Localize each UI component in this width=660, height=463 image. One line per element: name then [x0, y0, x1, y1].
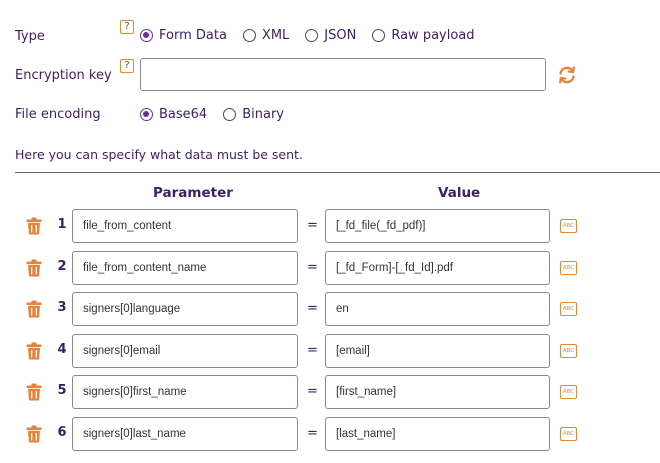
encryption-help-icon[interactable]: ?: [120, 59, 134, 73]
file-encoding-radio-group: Base64 Binary: [140, 107, 300, 122]
row-number: 3: [57, 300, 67, 315]
abc-icon[interactable]: ABC: [560, 260, 577, 275]
table-row-6: 6 signers[0]last_name = [last_name] ABC: [0, 416, 660, 451]
type-radio-group: Form Data XML JSON Raw payload: [140, 28, 491, 43]
radio-label-json: JSON: [324, 28, 357, 43]
equals-sign: =: [307, 425, 318, 441]
row-number: 6: [57, 424, 67, 440]
radio-raw-payload[interactable]: [372, 29, 386, 42]
value-input[interactable]: en: [325, 292, 550, 326]
radio-label-base64: Base64: [159, 107, 208, 122]
radio-binary[interactable]: [223, 108, 237, 121]
parameter-input[interactable]: signers[0]email: [72, 333, 298, 368]
parameter-input[interactable]: signers[0]first_name: [72, 375, 298, 409]
type-option-xml[interactable]: XML: [242, 28, 290, 43]
encryption-key-input[interactable]: [140, 58, 546, 91]
row-number: 4: [57, 341, 67, 357]
hint-text: Here you can specify what data must be s…: [15, 147, 303, 162]
radio-label-xml: XML: [261, 28, 290, 43]
abc-icon[interactable]: ABC: [560, 219, 577, 233]
trash-icon[interactable]: [26, 300, 42, 318]
abc-icon[interactable]: ABC: [560, 426, 577, 441]
radio-label-form-data: Form Data: [159, 28, 227, 43]
table-row-5: 5 signers[0]first_name = [first_name] AB…: [0, 375, 660, 409]
row-number: 5: [57, 383, 67, 398]
type-help-icon[interactable]: ?: [120, 20, 134, 34]
type-option-json[interactable]: JSON: [305, 28, 356, 43]
abc-icon[interactable]: ABC: [560, 302, 577, 316]
radio-base64[interactable]: [140, 108, 153, 121]
equals-sign: =: [307, 259, 318, 275]
type-label: Type: [15, 29, 45, 44]
parameter-input[interactable]: file_from_content: [72, 209, 298, 243]
trash-icon[interactable]: [26, 259, 42, 277]
table-row-2: 2 file_from_content_name = [_fd_Form]-[_…: [0, 250, 660, 285]
equals-sign: =: [307, 218, 318, 233]
radio-label-raw-payload: Raw payload: [391, 28, 475, 43]
equals-sign: =: [307, 384, 318, 399]
radio-json[interactable]: [305, 29, 319, 42]
value-input[interactable]: [last_name]: [325, 416, 550, 451]
row-number: 2: [57, 258, 67, 274]
encoding-option-base64[interactable]: Base64: [140, 107, 207, 122]
row-number: 1: [57, 217, 67, 232]
radio-xml[interactable]: [242, 29, 256, 42]
value-input[interactable]: [_fd_file(_fd_pdf)]: [325, 209, 550, 243]
parameter-input[interactable]: file_from_content_name: [72, 250, 298, 285]
type-option-form-data[interactable]: Form Data: [140, 28, 227, 43]
table-row-3: 3 signers[0]language = en ABC: [0, 292, 660, 326]
abc-icon[interactable]: ABC: [560, 343, 577, 358]
table-row-1: 1 file_from_content = [_fd_file(_fd_pdf)…: [0, 209, 660, 243]
parameter-input[interactable]: signers[0]language: [72, 292, 298, 326]
trash-icon[interactable]: [26, 217, 42, 235]
encryption-key-label: Encryption key: [15, 68, 112, 83]
type-option-raw-payload[interactable]: Raw payload: [372, 28, 475, 43]
radio-label-binary: Binary: [242, 107, 284, 122]
parameter-column-header: Parameter: [153, 185, 233, 201]
table-row-4: 4 signers[0]email = [email] ABC: [0, 333, 660, 368]
encoding-option-binary[interactable]: Binary: [223, 107, 284, 122]
value-column-header: Value: [438, 185, 481, 201]
value-input[interactable]: [first_name]: [325, 375, 550, 409]
divider: [15, 172, 660, 173]
parameter-input[interactable]: signers[0]last_name: [72, 416, 298, 451]
abc-icon[interactable]: ABC: [560, 385, 577, 399]
equals-sign: =: [307, 342, 318, 358]
value-input[interactable]: [email]: [325, 333, 550, 368]
refresh-icon[interactable]: [557, 65, 577, 85]
equals-sign: =: [307, 301, 318, 316]
value-input[interactable]: [_fd_Form]-[_fd_Id].pdf: [325, 250, 550, 285]
trash-icon[interactable]: [26, 383, 42, 401]
file-encoding-label: File encoding: [15, 107, 101, 122]
trash-icon[interactable]: [26, 342, 42, 360]
radio-form-data[interactable]: [140, 29, 153, 42]
trash-icon[interactable]: [26, 425, 42, 443]
